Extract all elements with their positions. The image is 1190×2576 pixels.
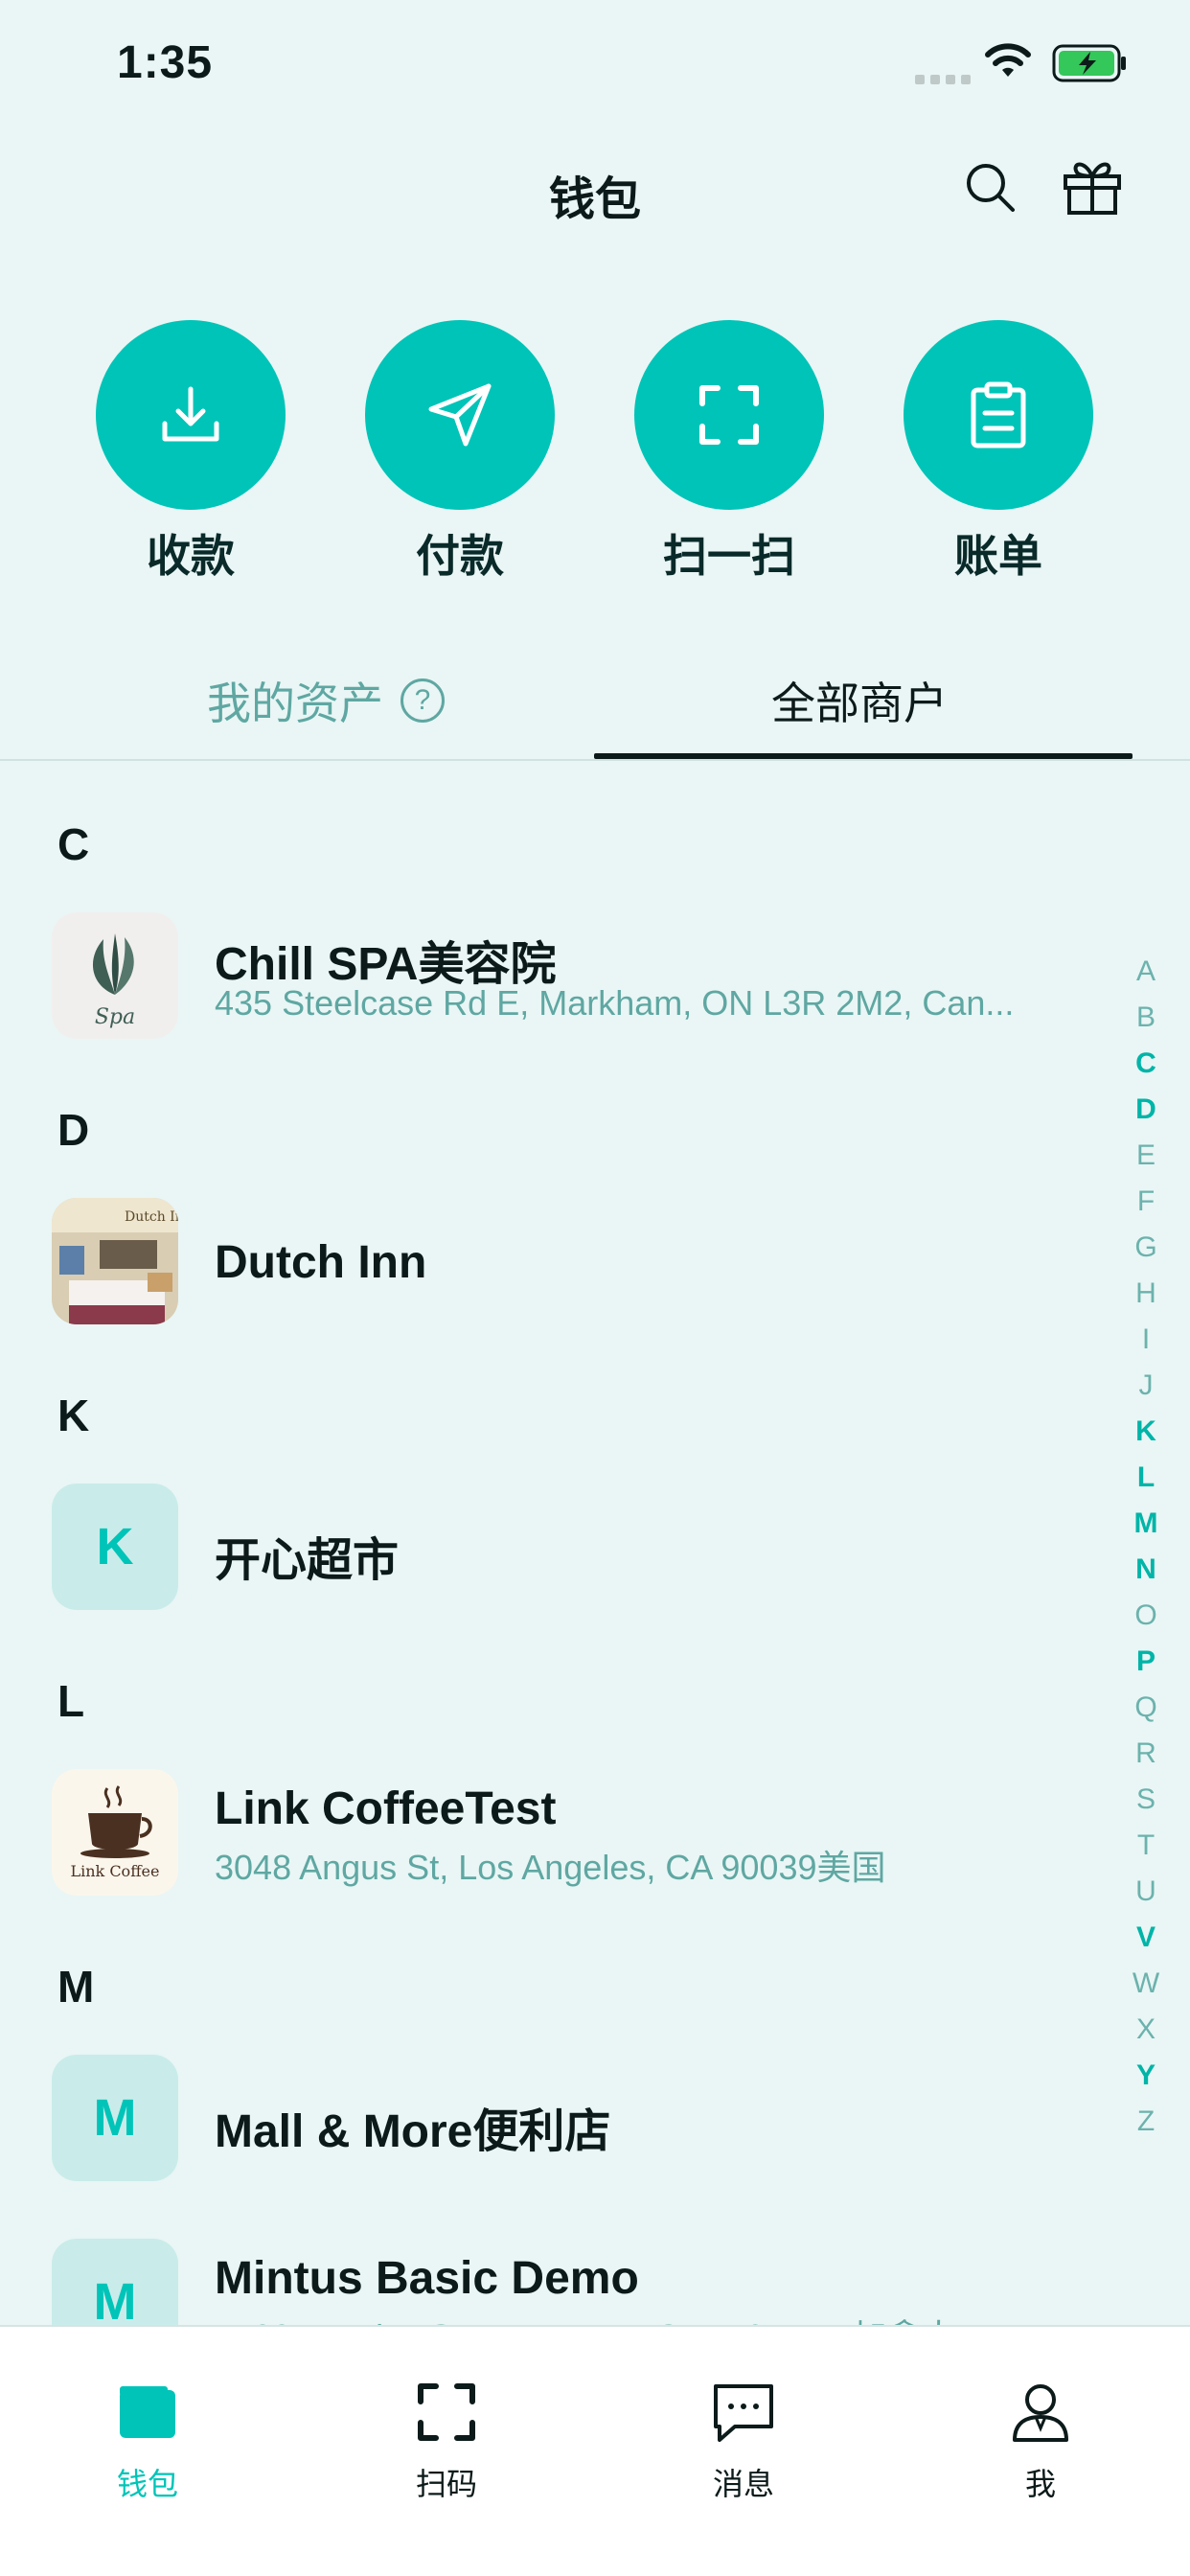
index-letter-x[interactable]: X (1127, 2007, 1165, 2053)
spa-logo-text: Spa (95, 1005, 135, 1029)
index-letter-r[interactable]: R (1127, 1731, 1165, 1777)
tabbar-label: 扫码 (415, 2467, 477, 2501)
merchant-name: Mall & More便利店 (215, 2106, 611, 2157)
merchant-avatar: K (52, 1484, 178, 1610)
signal-icon (915, 75, 971, 84)
merchant-address: 3048 Angus St, Los Angeles, CA 90039美国 (215, 1848, 886, 1887)
spa-leaf-icon: Spa (92, 933, 135, 1029)
clipboard-icon (971, 381, 1026, 448)
index-letter-u[interactable]: U (1127, 1869, 1165, 1915)
link-coffee-logo-text: Link Coffee (70, 1862, 159, 1880)
status-time: 1:35 (117, 37, 214, 88)
scan-icon (699, 385, 759, 445)
index-letter-s[interactable]: S (1127, 1777, 1165, 1823)
index-letter-e[interactable]: E (1127, 1133, 1165, 1179)
index-letter-o[interactable]: O (1127, 1593, 1165, 1639)
merchant-address: 1400 Dundas St W, Toronto, ON M6J 1Y5加拿大 (215, 2310, 1096, 2325)
index-letter-f[interactable]: F (1127, 1179, 1165, 1225)
index-letter-d[interactable]: D (1127, 1087, 1165, 1133)
index-letter-k[interactable]: K (1127, 1409, 1165, 1455)
scan-button[interactable]: 扫一扫 (633, 320, 825, 585)
tabbar-item-messages[interactable]: 消息 (667, 2379, 820, 2504)
active-tab-indicator (594, 753, 1133, 759)
bill-label: 账单 (954, 531, 1042, 581)
index-letter-z[interactable]: Z (1127, 2099, 1165, 2145)
index-letter-l[interactable]: L (1127, 1455, 1165, 1501)
dutch-inn-logo-text: Dutch Inn (125, 1209, 178, 1225)
merchant-name: 开心超市 (215, 1535, 400, 1586)
tabbar-item-me[interactable]: 我 (964, 2379, 1117, 2504)
list-item[interactable]: Link Coffee Link CoffeeTest 3048 Angus S… (52, 1769, 1058, 1898)
coffee-cup-icon: Link Coffee (70, 1785, 160, 1880)
section-header-d: D (57, 1105, 90, 1155)
scan-icon (418, 2383, 475, 2441)
index-letter-b[interactable]: B (1127, 995, 1165, 1041)
section-header-l: L (57, 1676, 85, 1726)
tab-my-assets-label: 我的资产 (207, 678, 383, 728)
tab-my-assets[interactable]: 我的资产 ? (207, 669, 445, 732)
list-item[interactable]: M Mintus Basic Demo 1400 Dundas St W, To… (52, 2239, 1058, 2325)
alphabet-index[interactable]: ABCDEFGHIJKLMNOPQRSTUVWXYZ (1127, 949, 1165, 2145)
merchant-name: Link CoffeeTest (215, 1783, 557, 1834)
index-letter-h[interactable]: H (1127, 1271, 1165, 1317)
tabbar-item-scan[interactable]: 扫码 (370, 2379, 523, 2504)
hotel-room-image: Dutch Inn (52, 1198, 178, 1324)
merchant-name: Dutch Inn (215, 1237, 427, 1288)
merchant-list[interactable]: C Spa Chill SPA美容院 435 Steelcase Rd E, M… (0, 761, 1190, 2325)
section-header-k: K (57, 1391, 90, 1440)
index-letter-i[interactable]: I (1127, 1317, 1165, 1363)
index-letter-p[interactable]: P (1127, 1639, 1165, 1685)
pay-button[interactable]: 付款 (364, 320, 556, 585)
battery-icon (1052, 44, 1126, 82)
help-icon[interactable]: ? (400, 678, 445, 723)
scan-label: 扫一扫 (663, 531, 795, 581)
list-item[interactable]: Dutch Inn Dutch Inn (52, 1198, 1058, 1326)
status-bar: 1:35 (0, 0, 1190, 134)
list-item[interactable]: M Mall & More便利店 (52, 2055, 1058, 2183)
merchant-logo-dutch-inn: Dutch Inn (52, 1198, 178, 1324)
tabbar-item-wallet[interactable]: 钱包 (71, 2379, 224, 2504)
bill-button[interactable]: 账单 (903, 320, 1094, 585)
merchant-avatar: M (52, 2055, 178, 2181)
wallet-icon (120, 2386, 175, 2438)
download-icon (162, 386, 219, 442)
search-icon[interactable] (962, 159, 1018, 215)
index-letter-q[interactable]: Q (1127, 1685, 1165, 1731)
section-header-m: M (57, 1962, 95, 2012)
message-icon (714, 2384, 773, 2442)
index-letter-m[interactable]: M (1127, 1501, 1165, 1547)
tabbar-label: 钱包 (116, 2467, 178, 2501)
pay-label: 付款 (416, 531, 504, 581)
send-icon (428, 383, 492, 447)
merchant-name: Mintus Basic Demo (215, 2253, 639, 2304)
bottom-tab-bar: 钱包 扫码 消息 我 (0, 2325, 1190, 2576)
index-letter-g[interactable]: G (1127, 1225, 1165, 1271)
tabbar-label: 我 (1024, 2467, 1056, 2501)
receive-label: 收款 (147, 531, 235, 581)
merchant-address: 435 Steelcase Rd E, Markham, ON L3R 2M2,… (215, 983, 1015, 1023)
index-letter-c[interactable]: C (1127, 1041, 1165, 1087)
merchant-logo-link-coffee: Link Coffee (52, 1769, 178, 1896)
receive-button[interactable]: 收款 (95, 320, 286, 585)
wifi-icon (985, 43, 1031, 77)
segment-tabs: 我的资产 ? 全部商户 (0, 652, 1190, 761)
section-header-c: C (57, 819, 90, 869)
gift-icon[interactable] (1062, 155, 1123, 217)
merchant-logo-spa: Spa (52, 912, 178, 1039)
index-letter-v[interactable]: V (1127, 1915, 1165, 1961)
list-item[interactable]: K 开心超市 (52, 1484, 1058, 1612)
index-letter-j[interactable]: J (1127, 1363, 1165, 1409)
index-letter-w[interactable]: W (1127, 1961, 1165, 2007)
nav-bar: 钱包 (0, 134, 1190, 249)
index-letter-a[interactable]: A (1127, 949, 1165, 995)
index-letter-t[interactable]: T (1127, 1823, 1165, 1869)
merchant-avatar: M (52, 2239, 178, 2325)
quick-actions: 收款 付款 扫一扫 账单 (0, 320, 1190, 588)
index-letter-y[interactable]: Y (1127, 2053, 1165, 2099)
list-item[interactable]: Spa Chill SPA美容院 435 Steelcase Rd E, Mar… (52, 912, 1058, 1041)
index-letter-n[interactable]: N (1127, 1547, 1165, 1593)
profile-icon (1013, 2384, 1068, 2442)
tabbar-label: 消息 (712, 2467, 774, 2501)
tab-all-merchants[interactable]: 全部商户 (771, 669, 948, 732)
